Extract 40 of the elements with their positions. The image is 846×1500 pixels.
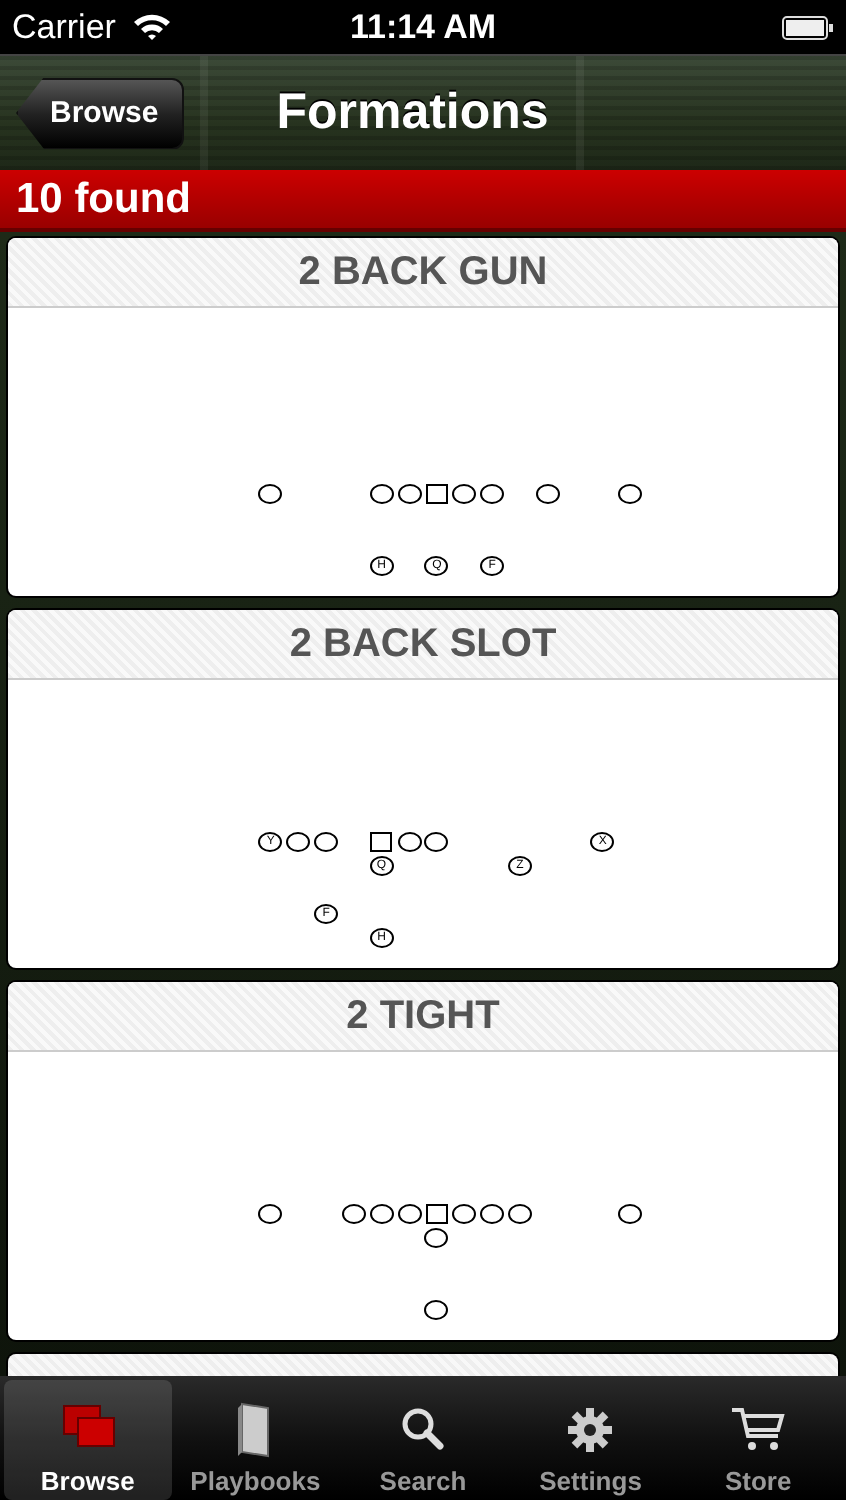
lineman-oval <box>480 484 505 504</box>
lineman-oval <box>480 1204 505 1224</box>
lineman-oval <box>424 832 449 852</box>
tab-item[interactable]: Browse <box>4 1380 172 1500</box>
lineman-oval <box>286 832 311 852</box>
player-oval <box>424 1228 449 1248</box>
player-oval <box>341 1204 366 1224</box>
lineman-oval <box>397 484 422 504</box>
center-square <box>425 484 448 504</box>
tab-item[interactable]: Search <box>339 1380 507 1500</box>
lineman-oval <box>397 832 422 852</box>
carrier-label: Carrier <box>12 7 116 47</box>
player-oval <box>258 484 283 504</box>
formation-title: 2 BACK SLOT <box>289 621 557 667</box>
screen-title: Formations <box>276 84 549 142</box>
back-button[interactable]: Browse <box>16 77 185 149</box>
player-oval <box>258 1204 283 1224</box>
battery-icon <box>782 15 835 39</box>
wifi-icon <box>131 12 172 42</box>
player-oval <box>618 484 643 504</box>
lineman-oval <box>369 484 394 504</box>
center-square <box>370 832 393 852</box>
result-count: 10 found <box>16 175 191 223</box>
player-oval <box>424 1300 449 1320</box>
lineman-oval <box>452 484 477 504</box>
tab-item[interactable]: Settings <box>506 1380 675 1500</box>
lineman-oval <box>369 1204 394 1224</box>
formation-title: 2 TIGHT <box>346 993 500 1039</box>
lineman-oval <box>314 832 339 852</box>
formation-title: 2 BACK GUN <box>298 249 548 295</box>
lineman-oval <box>452 1204 477 1224</box>
clock: 11:14 AM <box>349 7 497 47</box>
player-oval <box>535 484 560 504</box>
center-square <box>425 1204 448 1224</box>
player-oval <box>507 1204 532 1224</box>
lineman-oval <box>397 1204 422 1224</box>
tab-item[interactable]: Store <box>674 1380 842 1500</box>
tab-item[interactable]: Playbooks <box>171 1380 340 1500</box>
player-oval <box>618 1204 643 1224</box>
formation-card[interactable]: 2 TIGHT <box>8 982 838 1340</box>
